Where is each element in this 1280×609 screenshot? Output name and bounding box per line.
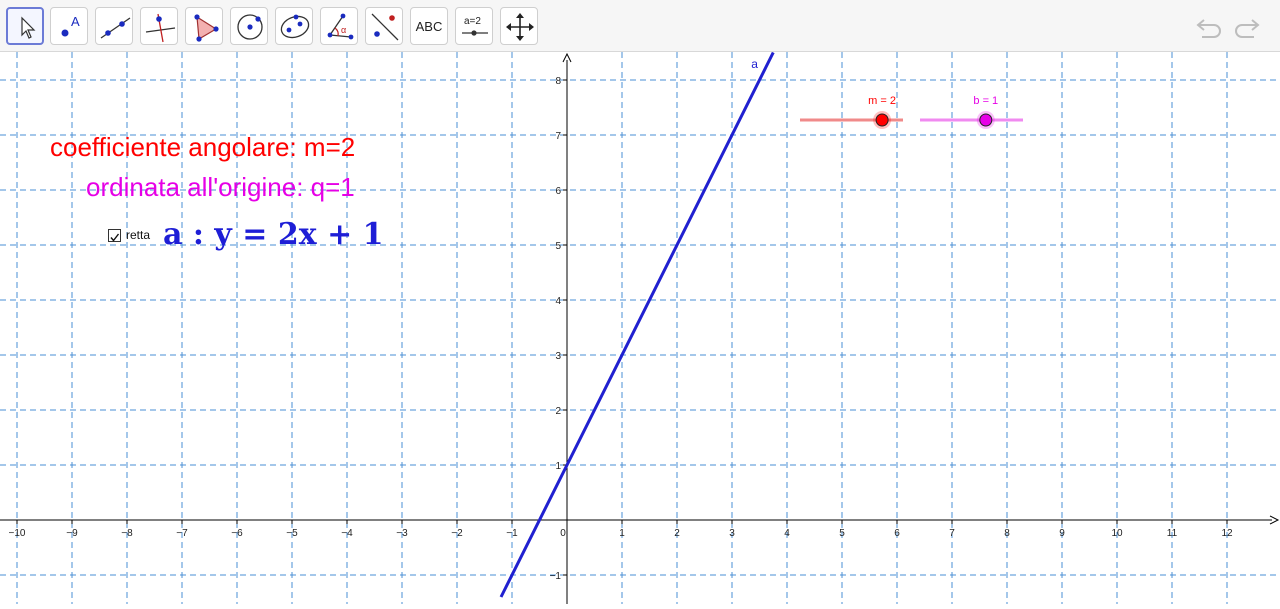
y-tick-label: 3 [555, 351, 561, 362]
x-tick-label: 12 [1221, 528, 1233, 539]
x-tick-label: −7 [176, 528, 188, 539]
text-tool-button[interactable]: ABC [410, 7, 448, 45]
slider-m-knob[interactable] [875, 113, 889, 127]
polygon-tool-button[interactable] [185, 7, 223, 45]
text-tool-icon: ABC [415, 18, 443, 34]
x-tick-label: 8 [1004, 528, 1010, 539]
retta-checkbox[interactable] [108, 229, 121, 242]
slider-m-label: m = 2 [868, 95, 896, 107]
line-through-points-icon [100, 17, 131, 39]
x-tick-label: 0 [560, 528, 566, 539]
reflect-tool-button[interactable] [365, 7, 403, 45]
y-tick-label: −1 [550, 571, 562, 582]
reflect-line-icon [371, 13, 399, 41]
point-tool-button[interactable]: A [50, 7, 88, 45]
circle-center-point-icon [237, 14, 263, 40]
y-tick-label: 5 [555, 241, 561, 252]
cursor-arrow-icon [21, 16, 36, 39]
angle-icon: α [327, 13, 354, 40]
slider-tool-button[interactable]: a=2 [455, 7, 493, 45]
y-tick-label: 2 [555, 406, 561, 417]
y-tick-label: 7 [555, 131, 561, 142]
line-tool-button[interactable] [95, 7, 133, 45]
x-tick-label: 2 [674, 528, 680, 539]
ellipse-tool-button[interactable] [275, 7, 313, 45]
polygon-icon [194, 14, 219, 42]
x-tick-label: −2 [451, 528, 463, 539]
slider-b-label: b = 1 [973, 95, 998, 107]
slider-tool-icon: a=2 [462, 16, 488, 36]
undo-icon[interactable] [1194, 12, 1226, 40]
x-tick-label: 4 [784, 528, 790, 539]
ellipse-icon [280, 14, 310, 39]
x-tick-label: −8 [121, 528, 133, 539]
line-equation: a : y = 2x + 1 [163, 217, 384, 252]
x-tick-label: −6 [231, 528, 243, 539]
x-tick-label: 6 [894, 528, 900, 539]
y-tick-label: 1 [555, 461, 561, 472]
perpendicular-tool-button[interactable] [140, 7, 178, 45]
angle-tool-label: α [341, 25, 346, 35]
x-tick-label: −5 [286, 528, 298, 539]
x-tick-label: −4 [341, 528, 353, 539]
y-tick-label: 6 [555, 186, 561, 197]
slider-b-knob[interactable] [979, 113, 993, 127]
x-tick-label: −3 [396, 528, 408, 539]
x-tick-label: −9 [66, 528, 78, 539]
move-graphics-view-icon [506, 13, 534, 41]
y-tick-label: 4 [555, 296, 561, 307]
intercept-title: ordinata all'origine: q=1 [86, 172, 355, 202]
checkmark-icon [110, 233, 120, 242]
x-tick-label: 1 [619, 528, 625, 539]
toolbar: A α ABC a=2 [0, 0, 1280, 52]
move-tool-button[interactable] [6, 7, 44, 45]
point-icon: A [61, 14, 80, 37]
x-tick-label: 11 [1167, 528, 1178, 539]
angle-tool-button[interactable]: α [320, 7, 358, 45]
move-view-tool-button[interactable] [500, 7, 538, 45]
circle-tool-button[interactable] [230, 7, 268, 45]
graphics-view[interactable]: −10 −9 −8 −7 −6 −5 −4 −3 −2 −1 0 1 2 3 4 5 6 7 8 9 10 11 12 −1 1… [0, 51, 1280, 604]
x-tick-label: 7 [949, 528, 955, 539]
retta-checkbox-label: retta [126, 228, 151, 242]
slider-tool-label: a=2 [464, 16, 481, 27]
line-a-label: a [751, 57, 758, 71]
slope-title: coefficiente angolare: m=2 [50, 132, 356, 162]
point-tool-label: A [71, 14, 80, 29]
x-tick-label: 5 [839, 528, 845, 539]
x-tick-label: 9 [1059, 528, 1065, 539]
y-tick-label: 8 [555, 76, 561, 87]
x-tick-label: 10 [1111, 528, 1123, 539]
redo-icon[interactable] [1230, 12, 1262, 40]
x-tick-label: 3 [729, 528, 735, 539]
x-tick-label: −1 [506, 528, 518, 539]
x-tick-label: −10 [9, 528, 26, 539]
perpendicular-line-icon [145, 13, 176, 43]
